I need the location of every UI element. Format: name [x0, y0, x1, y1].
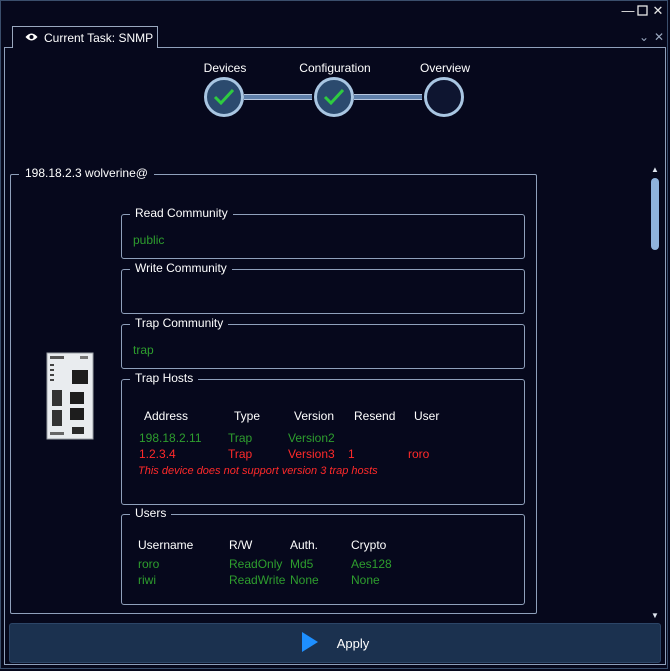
step-configuration[interactable]	[314, 77, 354, 117]
trap-hosts-warning: This device does not support version 3 t…	[138, 465, 378, 477]
trap-host-type: Trap	[228, 447, 253, 461]
minimize-icon[interactable]: —	[621, 4, 635, 18]
trap-hosts-header-version: Version	[294, 409, 335, 423]
step-connector	[244, 94, 312, 100]
users-label: Users	[130, 506, 172, 520]
device-image	[46, 352, 94, 440]
trap-host-version: Version2	[288, 431, 335, 445]
scroll-up-icon[interactable]: ▲	[649, 165, 661, 175]
checkmark-icon	[213, 88, 235, 106]
trap-hosts-box: Trap Hosts Address Type Version Resend U…	[121, 371, 525, 505]
user-crypto: None	[351, 573, 380, 587]
read-community-value[interactable]: public	[133, 233, 164, 247]
device-title: 198.18.2.3 wolverine@	[19, 166, 154, 180]
tab-label: Current Task: SNMP	[44, 30, 154, 45]
tab-close-icon[interactable]: ✕	[654, 30, 664, 44]
scroll-down-icon[interactable]: ▼	[649, 611, 661, 621]
step-devices[interactable]	[204, 77, 244, 117]
tab-dropdown-icon[interactable]: ⌄	[639, 30, 649, 44]
trap-host-user: roro	[408, 447, 430, 461]
step-overview[interactable]	[424, 77, 464, 117]
read-community-label: Read Community	[130, 206, 233, 220]
step-label-overview: Overview	[419, 61, 471, 75]
checkmark-icon	[323, 88, 345, 106]
trap-host-type: Trap	[228, 431, 253, 445]
trap-hosts-header-address: Address	[144, 409, 189, 423]
step-label-configuration: Configuration	[299, 61, 371, 75]
scrollbar-thumb[interactable]	[651, 178, 659, 250]
maximize-icon[interactable]	[635, 5, 649, 19]
user-username[interactable]: roro	[138, 557, 159, 571]
user-auth: None	[290, 573, 319, 587]
step-connector	[354, 94, 422, 100]
trap-host-address[interactable]: 198.18.2.11	[139, 431, 202, 445]
trap-community-label: Trap Community	[130, 316, 229, 330]
write-community-label: Write Community	[130, 261, 232, 275]
users-header-username: Username	[138, 538, 194, 552]
trap-hosts-header-user: User	[414, 409, 440, 423]
user-username[interactable]: riwi	[138, 573, 156, 587]
trap-hosts-label: Trap Hosts	[130, 371, 199, 385]
trap-community-box: Trap Community trap	[121, 316, 525, 369]
users-box: Users Username R/W Auth. Crypto roro Rea…	[121, 506, 525, 605]
write-community-box: Write Community	[121, 261, 525, 314]
user-rw: ReadOnly	[229, 557, 283, 571]
eye-icon	[25, 31, 38, 45]
trap-host-address[interactable]: 1.2.3.4	[139, 447, 176, 461]
trap-hosts-header-type: Type	[234, 409, 261, 423]
read-community-box: Read Community public	[121, 206, 525, 259]
trap-host-version: Version3	[288, 447, 335, 461]
tab-current-task[interactable]: Current Task: SNMP	[12, 26, 158, 48]
trap-host-resend: 1	[348, 447, 355, 461]
apply-button[interactable]: Apply	[9, 623, 661, 663]
users-header-auth: Auth.	[290, 538, 319, 552]
apply-label: Apply	[336, 635, 370, 651]
close-icon[interactable]: ✕	[651, 4, 665, 18]
step-label-devices: Devices	[203, 61, 247, 75]
users-header-crypto: Crypto	[351, 538, 387, 552]
users-header-rw: R/W	[229, 538, 253, 552]
play-icon	[301, 631, 319, 656]
user-rw: ReadWrite	[229, 573, 286, 587]
user-auth: Md5	[290, 557, 314, 571]
trap-community-value[interactable]: trap	[133, 343, 154, 357]
trap-hosts-header-resend: Resend	[354, 409, 396, 423]
user-crypto: Aes128	[351, 557, 392, 571]
stepper: Devices Configuration Overview	[200, 60, 470, 130]
